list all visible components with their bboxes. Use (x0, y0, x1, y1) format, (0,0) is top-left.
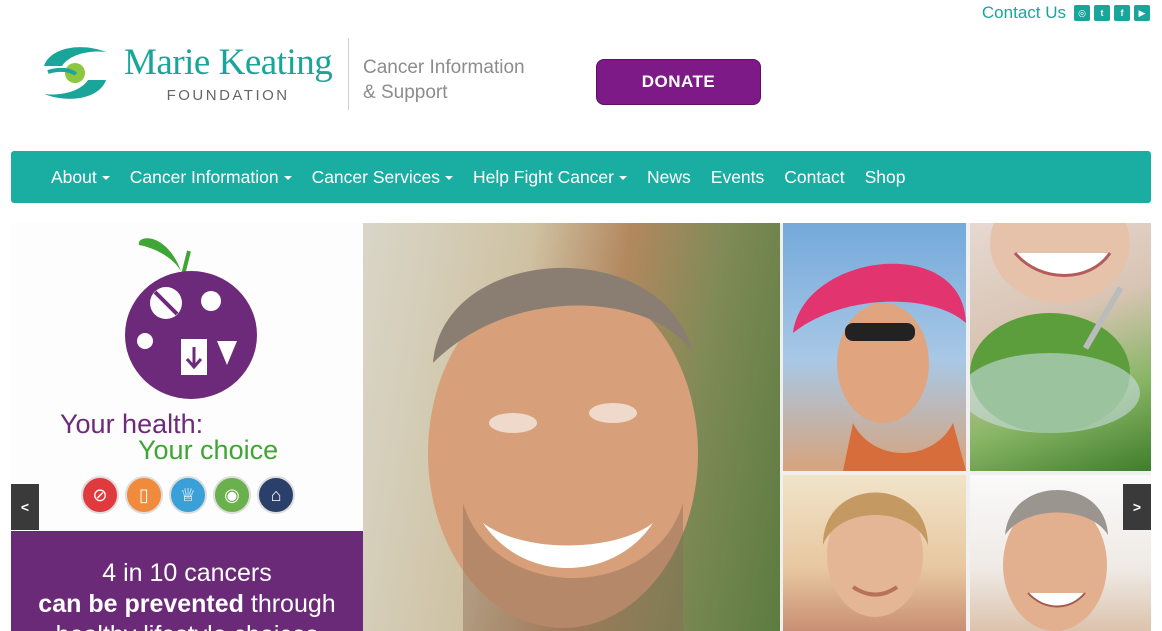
caret-down-icon (283, 176, 292, 180)
nav-item-about[interactable]: About (41, 167, 120, 188)
sunscreen-icon: ▯ (125, 476, 163, 514)
nav-label: Cancer Services (311, 166, 440, 187)
apple-graphic-area: Your health: Your choice ⊘ ▯ ♕ ◉ ⌂ (11, 223, 363, 531)
stat-line-1: 4 in 10 cancers (102, 559, 272, 587)
nav-label: About (51, 166, 97, 187)
hero-slider[interactable]: Your health: Your choice ⊘ ▯ ♕ ◉ ⌂ 4 in … (11, 223, 1151, 631)
stat-line-2: can be prevented through (11, 590, 363, 619)
tagline-line-2: & Support (363, 82, 448, 103)
caret-down-icon (101, 176, 110, 180)
nav-item-shop[interactable]: Shop (855, 167, 916, 188)
main-nav: About Cancer Information Cancer Services… (11, 151, 1151, 203)
woman-eating-salad-photo (970, 223, 1151, 471)
nav-label: Contact (784, 166, 845, 187)
nav-item-news[interactable]: News (637, 167, 701, 188)
alcohol-icon: ♕ (169, 476, 207, 514)
twitter-icon[interactable]: t (1094, 5, 1110, 21)
nav-item-contact[interactable]: Contact (774, 167, 854, 188)
lifestyle-icons-row: ⊘ ▯ ♕ ◉ ⌂ (81, 476, 295, 514)
woman-in-hat-photo (783, 223, 966, 471)
nav-item-help-fight-cancer[interactable]: Help Fight Cancer (463, 167, 637, 188)
lifestyle-apple-icon (125, 238, 257, 399)
nav-label: News (647, 166, 691, 187)
header-divider (348, 38, 349, 110)
slider-next-button[interactable]: > (1123, 484, 1151, 530)
slide-headline-2: Your choice (138, 435, 279, 465)
health-campaign-panel: Your health: Your choice ⊘ ▯ ♕ ◉ ⌂ 4 in … (11, 223, 363, 631)
stat-bold: can be prevented (38, 590, 244, 618)
caret-down-icon (444, 176, 453, 180)
hands-logo-icon (40, 42, 110, 104)
nav-label: Help Fight Cancer (472, 166, 614, 187)
healthy-food-icon: ◉ (213, 476, 251, 514)
stat-rest: through (243, 590, 336, 618)
nav-label: Events (710, 166, 765, 187)
caret-down-icon (619, 176, 627, 180)
tagline: Cancer Information & Support (363, 55, 525, 105)
tagline-line-1: Cancer Information (363, 57, 525, 78)
youtube-icon[interactable]: ▶ (1134, 5, 1150, 21)
nav-item-cancer-services[interactable]: Cancer Services (302, 167, 463, 188)
site-logo[interactable]: Marie Keating FOUNDATION (40, 41, 333, 104)
nav-label: Shop (864, 166, 906, 187)
prevention-stat-box: 4 in 10 cancers can be prevented through… (11, 531, 363, 631)
nav-item-events[interactable]: Events (701, 167, 775, 188)
nav-label: Cancer Information (129, 166, 279, 187)
contact-us-link[interactable]: Contact Us (982, 3, 1066, 23)
exercise-shoe-icon: ⌂ (257, 476, 295, 514)
instagram-icon[interactable]: ◎ (1074, 5, 1090, 21)
top-bar: Contact Us ◎ t f ▶ (982, 2, 1150, 24)
brand-name: Marie Keating (124, 41, 333, 83)
nav-item-cancer-information[interactable]: Cancer Information (120, 167, 302, 188)
slider-prev-button[interactable]: < (11, 484, 39, 530)
smiling-man-photo (363, 223, 780, 631)
facebook-icon[interactable]: f (1114, 5, 1130, 21)
no-smoking-icon: ⊘ (81, 476, 119, 514)
young-woman-photo (783, 475, 966, 631)
brand-subname: FOUNDATION (166, 86, 290, 104)
stat-line-3: healthy lifestyle choices (11, 621, 363, 631)
donate-button[interactable]: DONATE (596, 59, 761, 105)
